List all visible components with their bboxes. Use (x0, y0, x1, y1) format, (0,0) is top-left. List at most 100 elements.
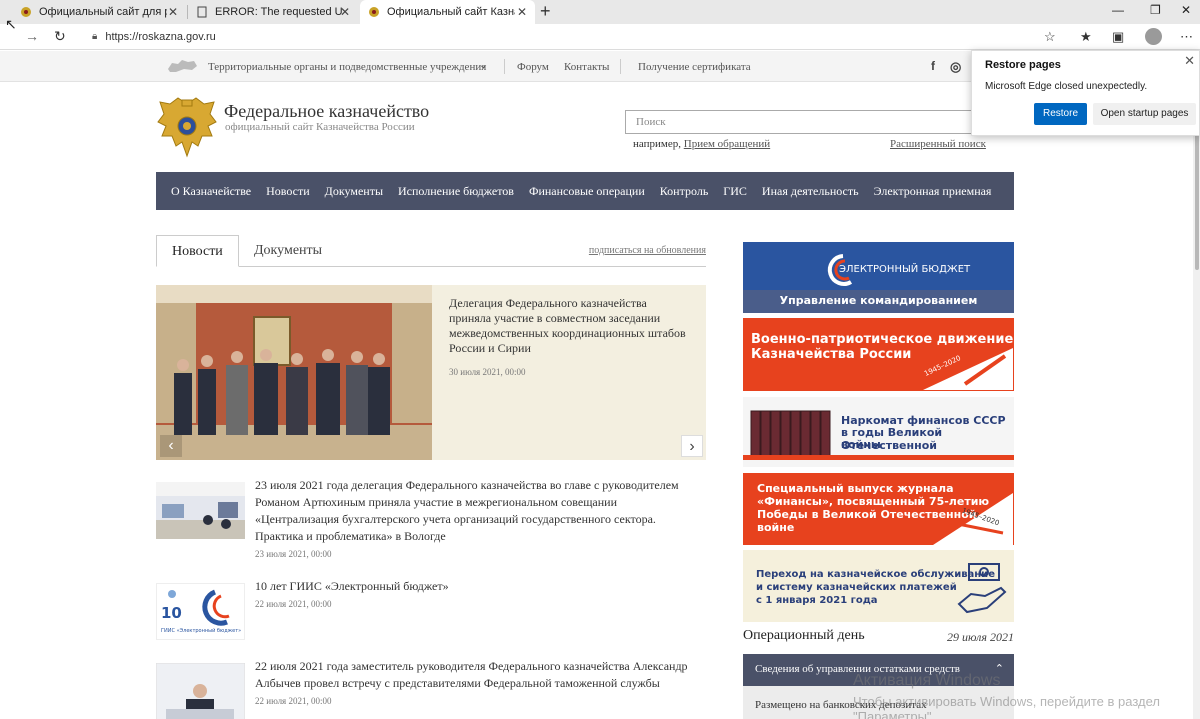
prev-slide-button[interactable]: ‹ (160, 435, 182, 457)
featured-photo[interactable] (156, 285, 432, 460)
banner-stripe (743, 455, 1014, 460)
narkomat-banner[interactable]: Наркомат финансов СССР в годы Великой От… (743, 397, 1014, 467)
site-subtitle: официальный сайт Казначейства России (225, 121, 415, 133)
popup-title: Restore pages (985, 59, 1061, 71)
divider (620, 59, 621, 74)
books-icon (750, 410, 831, 458)
close-icon[interactable]: ✕ (1184, 53, 1195, 69)
banner-line: Казначейства России (751, 347, 912, 362)
next-slide-button[interactable]: › (681, 435, 703, 457)
money-hand-icon (957, 563, 1007, 614)
url-field[interactable]: 🔒︎ https://roskazna.gov.ru (82, 26, 1042, 47)
nav-item-gis[interactable]: ГИС (723, 184, 747, 199)
restore-pages-popup: Restore pages Microsoft Edge closed unex… (971, 50, 1200, 136)
mouse-cursor-icon: ↖ (5, 16, 17, 32)
divider (504, 59, 505, 74)
forward-icon[interactable]: → (25, 28, 39, 44)
nav-item-control[interactable]: Контроль (660, 184, 709, 199)
maximize-button[interactable]: ❐ (1150, 3, 1161, 17)
search-example-link[interactable]: Прием обращений (684, 138, 770, 150)
forum-link[interactable]: Форум (517, 61, 549, 73)
tab-title: Официальный сайт для размещ (39, 6, 167, 18)
opday-title: Операционный день (743, 628, 865, 643)
featured-news-slide[interactable]: Делегация Федерального казначейства прин… (156, 285, 706, 460)
minimize-button[interactable]: — (1112, 3, 1124, 17)
collections-icon[interactable]: ▣ (1112, 29, 1124, 45)
nav-item-about[interactable]: О Казначействе (171, 184, 251, 199)
news-title[interactable]: 22 июля 2021 года заместитель руководите… (255, 658, 695, 692)
featured-news-title[interactable]: Делегация Федерального казначейства прин… (449, 296, 689, 356)
browser-tab-active[interactable]: Официальный сайт Казначейств ✕ (360, 0, 535, 24)
site-title[interactable]: Федеральное казначейство (224, 101, 429, 122)
treasury-emblem-logo (157, 97, 217, 158)
news-date: 23 июля 2021, 00:00 (255, 549, 332, 559)
emblem-favicon-icon (368, 6, 380, 18)
windows-activation-watermark: Активация Windows (853, 672, 1001, 689)
main-navigation: О Казначействе Новости Документы Исполне… (156, 172, 1014, 210)
banner-line: Военно-патриотическое движение (751, 332, 1014, 347)
chevron-down-icon[interactable]: ⌄ (479, 60, 487, 71)
nav-item-financial-operations[interactable]: Финансовые операции (529, 184, 645, 199)
nav-item-other-activities[interactable]: Иная деятельность (762, 184, 859, 199)
thumb-number: 10 (161, 604, 182, 622)
tab-close-icon[interactable]: ✕ (168, 5, 178, 19)
nav-item-news[interactable]: Новости (266, 184, 310, 199)
advanced-search-link[interactable]: Расширенный поиск (890, 138, 986, 150)
lock-icon: 🔒︎ (92, 31, 98, 42)
news-title[interactable]: 10 лет ГИИС «Электронный бюджет» (255, 578, 695, 595)
restore-button[interactable]: Restore (1034, 103, 1087, 125)
ebudget-banner[interactable]: ЭЛЕКТРОННЫЙ БЮДЖЕТ Управление командиров… (743, 242, 1014, 313)
banner-line: войны (841, 438, 881, 451)
certificate-link[interactable]: Получение сертификата (638, 61, 751, 73)
profile-avatar[interactable] (1145, 28, 1162, 45)
ebudget-logo-text: ЭЛЕКТРОННЫЙ БЮДЖЕТ (839, 264, 971, 275)
nav-item-budget-execution[interactable]: Исполнение бюджетов (398, 184, 514, 199)
url-text: https://roskazna.gov.ru (105, 30, 216, 43)
tab-title: Официальный сайт Казначейств (387, 6, 515, 18)
windows-activation-watermark: Чтобы активировать Windows, перейдите в … (853, 694, 1160, 709)
banner-line: и систему казначейских платежей (756, 582, 957, 593)
banner-line: войне (757, 521, 795, 534)
favorites-icon[interactable]: ★ (1080, 29, 1092, 45)
thumb-caption: ГИИС «Электронный бюджет» (161, 628, 242, 634)
finance-journal-banner[interactable]: Специальный выпуск журнала «Финансы», по… (743, 473, 1014, 545)
news-date: 22 июля 2021, 00:00 (255, 696, 332, 706)
refresh-icon[interactable]: ↻ (54, 28, 66, 45)
search-example-prefix: например, (633, 138, 681, 150)
tab-documents[interactable]: Документы (239, 235, 337, 267)
new-tab-button[interactable]: + (540, 1, 551, 22)
instagram-icon[interactable]: ◎ (950, 59, 961, 75)
tab-close-icon[interactable]: ✕ (340, 5, 350, 19)
opday-date: 29 июля 2021 (947, 630, 1014, 644)
banner-line: с 1 января 2021 года (756, 595, 878, 606)
address-toolbar: ↖ → ↻ 🔒︎ https://roskazna.gov.ru ☆ ★ ▣ ⋯ (0, 16, 1200, 50)
banner-line: Специальный выпуск журнала (757, 482, 954, 495)
windows-activation-watermark: "Параметры". (853, 709, 936, 719)
close-window-button[interactable]: ✕ (1181, 3, 1191, 17)
treasury-service-banner[interactable]: Переход на казначейское обслуживание и с… (743, 550, 1014, 622)
subscribe-link[interactable]: подписаться на обновления (589, 245, 706, 256)
contacts-link[interactable]: Контакты (564, 61, 609, 73)
nav-item-e-reception[interactable]: Электронная приемная (874, 184, 992, 199)
regions-link[interactable]: Территориальные органы и подведомственны… (208, 61, 486, 73)
news-thumbnail[interactable] (156, 482, 245, 539)
news-thumbnail[interactable]: 10 ГИИС «Электронный бюджет» (156, 583, 245, 640)
news-title[interactable]: 23 июля 2021 года делегация Федерального… (255, 477, 695, 545)
popup-message: Microsoft Edge closed unexpectedly. (985, 81, 1148, 92)
military-patriotic-banner[interactable]: Военно-патриотическое движение Казначейс… (743, 318, 1014, 391)
browser-tab[interactable]: Официальный сайт для размещ ✕ (12, 0, 186, 24)
favorite-add-icon[interactable]: ☆ (1044, 29, 1056, 45)
tab-news[interactable]: Новости (156, 235, 239, 267)
browser-tab[interactable]: ERROR: The requested URL could ✕ (188, 0, 358, 24)
nav-item-documents[interactable]: Документы (325, 184, 383, 199)
more-menu-icon[interactable]: ⋯ (1180, 29, 1193, 45)
facebook-icon[interactable]: f (931, 59, 935, 73)
open-startup-pages-button[interactable]: Open startup pages (1093, 103, 1196, 125)
search-example: например, Прием обращений (633, 138, 770, 150)
search-input[interactable]: Поиск (625, 110, 980, 134)
ebudget-caption: Управление командированием (779, 294, 978, 307)
tab-close-icon[interactable]: ✕ (517, 5, 527, 19)
arrow-graphic-icon (933, 493, 1013, 545)
tab-title: ERROR: The requested URL could (215, 6, 343, 18)
news-thumbnail[interactable] (156, 663, 245, 719)
